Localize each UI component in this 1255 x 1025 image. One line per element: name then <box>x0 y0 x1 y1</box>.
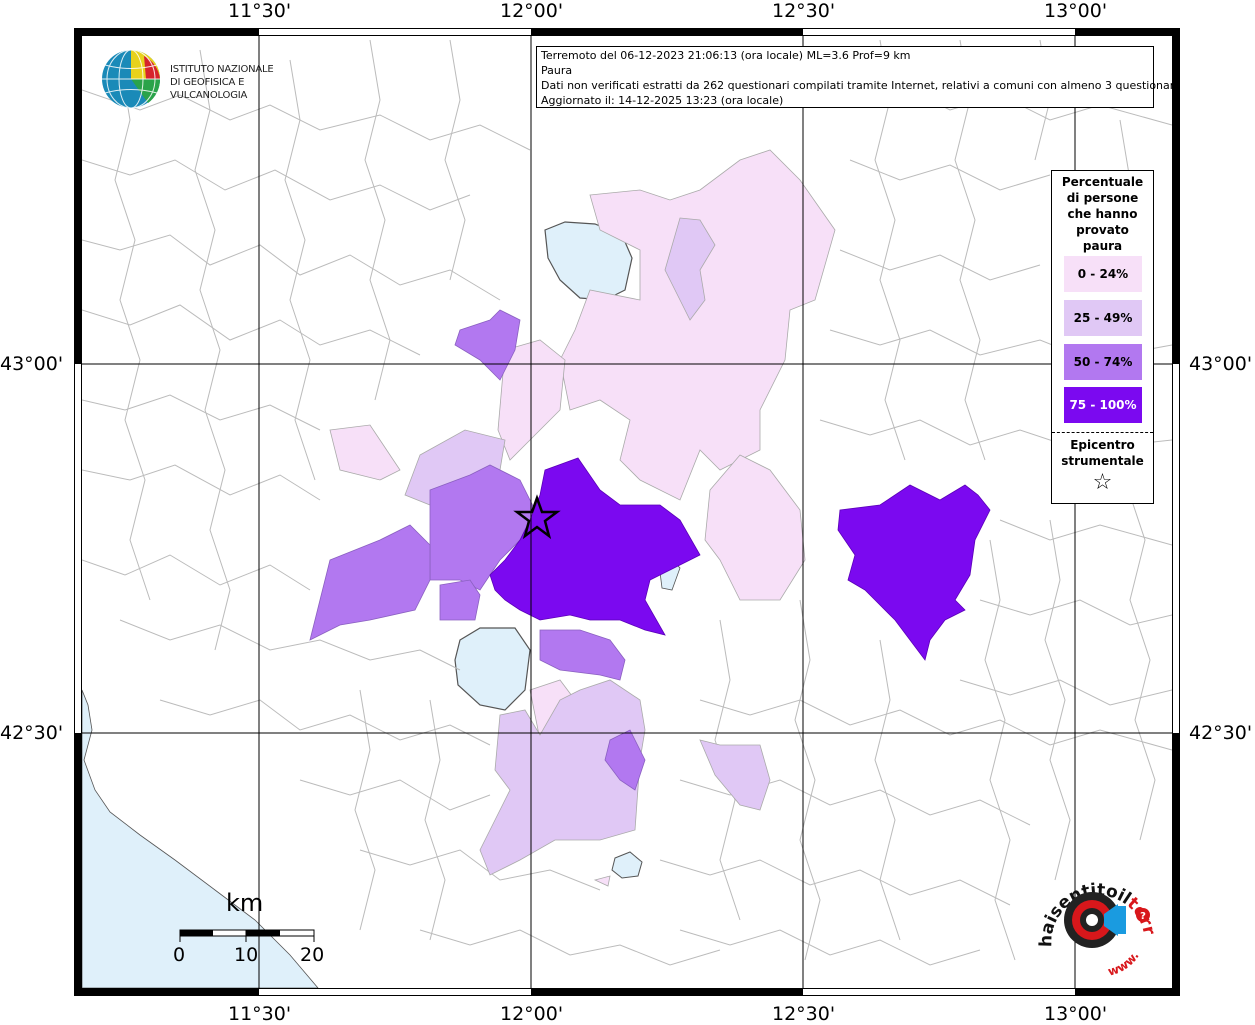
left-lat-label-1: 43°00' <box>0 353 64 375</box>
left-lat-label-2: 42°30' <box>0 722 64 744</box>
legend-title-line: provato <box>1076 223 1129 237</box>
ingv-name-line1: ISTITUTO NAZIONALE <box>170 64 274 75</box>
right-lat-label-1: 43°00' <box>1189 353 1253 375</box>
legend-title: Percentuale di persone che hanno provato… <box>1052 174 1153 254</box>
hst-logo-graphic: haisentitoilterremoto.it www. ? <box>1023 847 1159 979</box>
bottom-lon-label-3: 12°30' <box>772 1003 836 1025</box>
top-lon-label-4: 13°00' <box>1044 0 1108 22</box>
data-disclaimer: Dati non verificati estratti da 262 ques… <box>541 79 1181 92</box>
legend-title-line: di persone <box>1066 191 1139 205</box>
legend-item-25-49: 25 - 49% <box>1064 300 1142 336</box>
top-lon-label-2: 12°00' <box>500 0 564 22</box>
ingv-logo: ISTITUTO NAZIONALE DI GEOFISICA E VULCAN… <box>100 48 320 110</box>
hst-text-www: www. <box>1106 949 1142 979</box>
legend-separator <box>1052 432 1153 433</box>
scale-tick-20: 20 <box>300 944 325 966</box>
top-lon-label-3: 12°30' <box>772 0 836 22</box>
bottom-lon-label-2: 12°00' <box>500 1003 564 1025</box>
ingv-globe-icon <box>102 49 161 109</box>
scale-unit: km <box>226 889 264 917</box>
scale-tick-10: 10 <box>234 944 259 966</box>
legend-star-icon: ☆ <box>1092 470 1113 495</box>
legend-title-line: paura <box>1082 239 1123 253</box>
event-info-box: Terremoto del 06-12-2023 21:06:13 (ora l… <box>536 46 1181 108</box>
legend-item-label: 25 - 49% <box>1073 311 1133 325</box>
svg-text:?: ? <box>1140 911 1146 922</box>
legend-title-line: Percentuale <box>1061 175 1144 189</box>
legend-epicenter-line: strumentale <box>1061 454 1144 468</box>
legend-item-75-100: 75 - 100% <box>1064 387 1142 423</box>
top-lon-label-1: 11°30' <box>228 0 292 22</box>
right-lat-label-2: 42°30' <box>1189 722 1253 744</box>
event-title: Terremoto del 06-12-2023 21:06:13 (ora l… <box>541 49 911 62</box>
update-timestamp: Aggiornato il: 14-12-2025 13:23 (ora loc… <box>541 94 784 107</box>
bottom-lon-label-4: 13°00' <box>1044 1003 1108 1025</box>
haisentitoilterremoto-logo: haisentitoilterremoto.it www. ? <box>1023 847 1180 980</box>
ingv-name-line2: DI GEOFISICA E VULCANOLOGIA <box>170 77 248 101</box>
legend-epicenter-line: Epicentro <box>1070 438 1135 452</box>
legend-item-label: 50 - 74% <box>1073 355 1133 369</box>
bottom-lon-label-1: 11°30' <box>228 1003 292 1025</box>
scale-tick-0: 0 <box>173 944 186 966</box>
svg-text:www.: www. <box>1106 949 1142 979</box>
legend-title-line: che hanno <box>1067 207 1138 221</box>
map-parameter: Paura <box>541 64 573 77</box>
legend-item-0-24: 0 - 24% <box>1064 256 1142 292</box>
legend-epicenter-label: Epicentro strumentale <box>1052 437 1153 469</box>
legend-item-50-74: 50 - 74% <box>1064 344 1142 380</box>
legend: Percentuale di persone che hanno provato… <box>1051 170 1154 504</box>
legend-item-label: 75 - 100% <box>1069 398 1137 412</box>
legend-item-label: 0 - 24% <box>1077 267 1129 281</box>
